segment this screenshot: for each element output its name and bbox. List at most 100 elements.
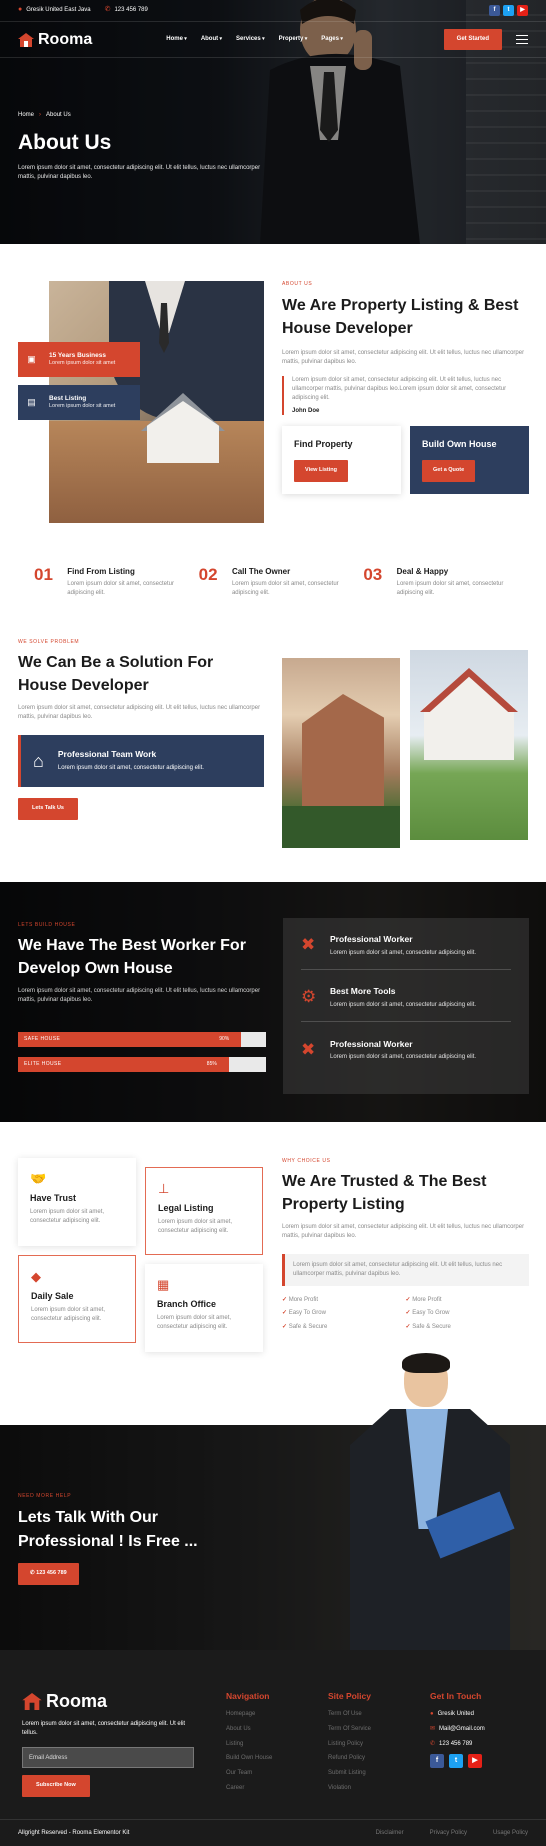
build-own-house-card: Build Own House Get a Quote	[410, 426, 529, 495]
wrench-icon: ✖	[301, 935, 316, 955]
footer-link[interactable]: Term Of Use	[328, 1710, 418, 1719]
subscribe-button[interactable]: Subscribe Now	[22, 1775, 90, 1798]
usage-policy-link[interactable]: Usage Policy	[493, 1829, 528, 1838]
quote-author: John Doe	[292, 407, 320, 414]
cta-section: Need More Help Lets Talk With Our Profes…	[0, 1353, 546, 1650]
listing-icon: ▤	[27, 396, 36, 407]
about-title: We Are Property Listing & Best House Dev…	[282, 297, 519, 338]
trust-quote: Lorem ipsum dolor sit amet, consectetur …	[282, 1253, 529, 1286]
footer-link[interactable]: Our Team	[226, 1769, 316, 1778]
hammer-icon: ✖	[301, 1039, 316, 1059]
hero-description: Lorem ipsum dolor sit amet, consectetur …	[18, 165, 261, 181]
nav-item-about[interactable]: About	[201, 35, 222, 44]
footer-link[interactable]: Listing Policy	[328, 1740, 418, 1749]
feature-card-legal-listing: ⊥ Legal Listing Lorem ipsum dolor sit am…	[145, 1167, 263, 1255]
house-logo-icon	[18, 32, 34, 47]
footer-link[interactable]: Build Own House	[226, 1754, 316, 1763]
brand-logo[interactable]: Rooma	[18, 28, 92, 51]
handshake-icon: 🤝	[30, 1171, 47, 1186]
youtube-icon[interactable]: ▶	[517, 5, 528, 16]
location-pin-icon: ●	[18, 6, 23, 14]
facebook-icon[interactable]: f	[489, 5, 500, 16]
main-nav: Rooma Home About Services Property Pages…	[0, 22, 546, 58]
footer-link[interactable]: Refund Policy	[328, 1754, 418, 1763]
footer-description: Lorem ipsum dolor sit amet, consectetur …	[22, 1721, 186, 1737]
footer-link[interactable]: Violation	[328, 1784, 418, 1793]
footer-link[interactable]: Term Of Service	[328, 1725, 418, 1734]
worker-description: Lorem ipsum dolor sit amet, consectetur …	[18, 987, 261, 1003]
twitter-icon[interactable]: t	[503, 5, 514, 16]
progress-bar-safe-house: SAFE HOUSE 90%	[18, 1031, 266, 1047]
footer-site-policy: Site Policy Term Of Use Term Of Service …	[328, 1690, 418, 1798]
nav-item-property[interactable]: Property	[279, 35, 308, 44]
step-item: 03 Deal & Happy Lorem ipsum dolor sit ame…	[363, 565, 504, 596]
about-content: About Us We Are Property Listing & Best …	[282, 281, 529, 495]
phone-icon: ✆	[430, 1740, 436, 1747]
page-title: About Us	[18, 130, 112, 154]
nav-menu: Home About Services Property Pages	[166, 35, 343, 44]
view-listing-button[interactable]: View Listing	[294, 460, 348, 483]
nav-item-pages[interactable]: Pages	[321, 35, 343, 44]
brick-house-image	[282, 658, 400, 848]
step-item: 01 Find From Listing Lorem ipsum dolor si…	[34, 565, 174, 596]
privacy-policy-link[interactable]: Privacy Policy	[430, 1829, 467, 1838]
stamp-icon: ⊥	[158, 1181, 170, 1196]
call-phone-button[interactable]: ✆ 123 456 789	[18, 1563, 79, 1586]
tag-icon: ◆	[31, 1269, 41, 1284]
progress-bar-elite-house: ELITE HOUSE 85%	[18, 1056, 266, 1072]
worker-eyebrow: Lets Build House	[18, 922, 76, 928]
nav-item-home[interactable]: Home	[166, 35, 187, 44]
topbar: ● Gresik United East Java ✆ 123 456 789 …	[0, 0, 546, 22]
feature-item: ✖ Professional Worker Lorem ipsum dolor s…	[301, 1022, 511, 1074]
get-started-button[interactable]: Get Started	[443, 29, 502, 50]
home-icon: ⌂	[33, 750, 44, 771]
cta-eyebrow: Need More Help	[18, 1493, 72, 1499]
tools-icon: ⚙	[301, 987, 317, 1007]
footer-link[interactable]: Submit Listing	[328, 1769, 418, 1778]
disclaimer-link[interactable]: Disclaimer	[376, 1829, 404, 1838]
youtube-icon[interactable]: ▶	[468, 1754, 482, 1769]
location-pin-icon: ●	[430, 1711, 434, 1718]
cta-title: Lets Talk With Our Professional ! Is Fre…	[18, 1509, 198, 1551]
footer-link[interactable]: About Us	[226, 1725, 316, 1734]
about-quote: Lorem ipsum dolor sit amet, consectetur …	[282, 375, 529, 416]
email-field[interactable]: Email Address	[22, 1747, 194, 1769]
about-eyebrow: About Us	[282, 281, 313, 287]
store-icon: ▦	[157, 1277, 170, 1292]
footer-link[interactable]: Career	[226, 1784, 316, 1793]
footer-mail[interactable]: ✉ Mail@Gmail.com	[430, 1725, 530, 1734]
worker-features: ✖ Professional Worker Lorem ipsum dolor s…	[283, 918, 529, 1094]
facebook-icon[interactable]: f	[430, 1754, 444, 1769]
solution-description: Lorem ipsum dolor sit amet, consectetur …	[18, 704, 261, 720]
copyright: Allgright Reserved - Rooma Elementor Kit	[18, 1829, 130, 1836]
checklist: More Profit More Profit Easy To Grow Eas…	[282, 1296, 529, 1332]
twitter-icon[interactable]: t	[449, 1754, 463, 1769]
trust-eyebrow: Why Choice Us	[282, 1158, 331, 1164]
phone-icon: ✆	[104, 6, 111, 14]
breadcrumb-home[interactable]: Home	[18, 112, 34, 118]
solution-eyebrow: We Solve Problem	[18, 639, 80, 645]
hero-section: ● Gresik United East Java ✆ 123 456 789 …	[0, 0, 546, 244]
footer-link[interactable]: Homepage	[226, 1710, 316, 1719]
topbar-social: f t ▶	[489, 5, 528, 16]
lets-talk-button[interactable]: Lets Talk Us	[18, 797, 78, 820]
trust-title: We Are Trusted & The Best Property Listi…	[282, 1173, 487, 1214]
footer-logo[interactable]: Rooma	[22, 1688, 194, 1714]
worker-title: We Have The Best Worker For Develop Own …	[18, 937, 246, 978]
get-a-quote-button[interactable]: Get a Quote	[422, 460, 476, 483]
nav-item-services[interactable]: Services	[236, 35, 265, 44]
footer-phone[interactable]: ✆ 123 456 789	[430, 1740, 530, 1749]
about-section: ▣ 15 Years Business Lorem ipsum dolor sit…	[0, 244, 546, 534]
footer: Rooma Lorem ipsum dolor sit amet, consec…	[0, 1650, 546, 1846]
breadcrumb: Home › About Us	[18, 111, 268, 120]
footer-link[interactable]: Listing	[226, 1740, 316, 1749]
check-item: Easy To Grow	[282, 1309, 406, 1318]
team-work-box: ⌂ Professional Team Work Lorem ipsum dolo…	[18, 734, 264, 787]
check-item: More Profit	[282, 1296, 406, 1305]
calendar-check-icon: ▣	[27, 353, 36, 364]
hero-content: Home › About Us About Us Lorem ipsum dolor…	[18, 111, 268, 182]
hamburger-menu-icon[interactable]	[516, 32, 528, 47]
topbar-phone[interactable]: ✆ 123 456 789	[105, 5, 148, 15]
step-item: 02 Call The Owner Lorem ipsum dolor sit a…	[198, 565, 339, 596]
check-item: More Profit	[406, 1296, 530, 1305]
